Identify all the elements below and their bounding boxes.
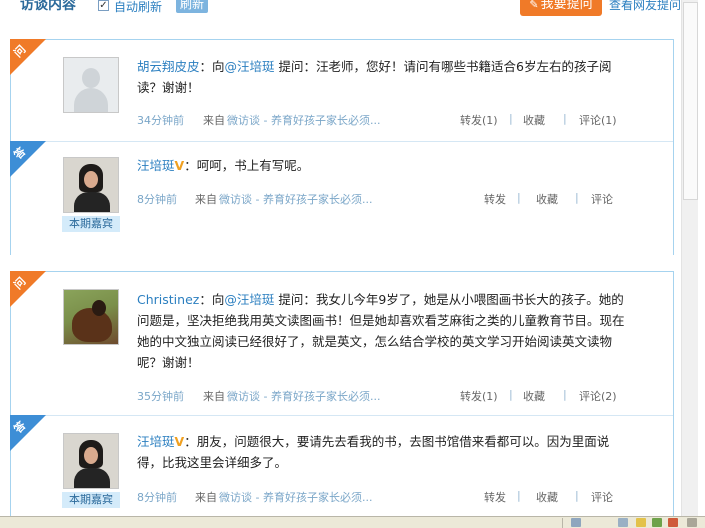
from-label: 来自 xyxy=(203,114,225,127)
avatar-face xyxy=(84,447,98,464)
resize-grip-icon[interactable] xyxy=(687,518,697,527)
source-link[interactable]: 微访谈 - 养育好孩子家长必须... xyxy=(219,489,372,505)
popup-icon xyxy=(636,518,646,527)
avatar[interactable] xyxy=(63,289,119,345)
avatar-placeholder-body xyxy=(74,88,108,112)
qa-card: 问 胡云翔皮皮：向@汪培珽 提问：汪老师，您好！请问有哪些书籍适合6岁左右的孩子… xyxy=(10,39,674,255)
author-link[interactable]: 汪培珽 xyxy=(137,158,175,173)
separator: | xyxy=(509,112,513,125)
post-time[interactable]: 34分钟前 xyxy=(137,112,184,128)
from-label: 来自 xyxy=(203,390,225,403)
zoom-icon xyxy=(668,518,678,527)
source-link[interactable]: 微访谈 - 养育好孩子家长必须... xyxy=(227,388,380,404)
separator: | xyxy=(509,388,513,401)
ask-prefix: ：向 xyxy=(199,292,225,307)
ask-question-label: 我要提问 xyxy=(540,0,593,12)
view-questions-link[interactable]: 查看网友提问 xyxy=(609,0,681,13)
separator: | xyxy=(575,489,579,502)
answer-row: 答 本期嘉宾 汪培珽V：呵呵，书上有写呢。 8分钟前 来自 微访谈 - 养育好孩… xyxy=(10,141,673,255)
qa-card: 问 Christinez：向@汪培珽 提问：我女儿今年9岁了，她是从小喂图画书长… xyxy=(10,271,674,521)
question-meta: 34分钟前 来自 微访谈 - 养育好孩子家长必须... 转发(1) | 收藏 |… xyxy=(137,112,625,128)
author-link[interactable]: 汪培珽 xyxy=(137,434,175,449)
verified-icon: V xyxy=(174,434,185,449)
avatar-coat xyxy=(74,468,110,488)
ask-prefix: ：向 xyxy=(199,59,225,74)
forward-link[interactable]: 转发(1) xyxy=(460,112,498,128)
question-row: 问 Christinez：向@汪培珽 提问：我女儿今年9岁了，她是从小喂图画书长… xyxy=(10,271,673,415)
author-link[interactable]: Christinez xyxy=(137,292,199,307)
guest-avatar[interactable] xyxy=(63,157,119,213)
auto-refresh-label[interactable]: 自动刷新 xyxy=(114,0,162,15)
source-link[interactable]: 微访谈 - 养育好孩子家长必须... xyxy=(219,191,372,207)
answer-text: 汪培珽V：呵呵，书上有写呢。 xyxy=(137,155,625,176)
separator: | xyxy=(517,489,521,502)
pencil-icon: ✎ xyxy=(529,0,539,11)
source-link[interactable]: 微访谈 - 养育好孩子家长必须... xyxy=(227,112,380,128)
answer-body: ：呵呵，书上有写呢。 xyxy=(184,158,310,173)
answer-text: 汪培珽V：朋友，问题很大，要请先去看我的书，去图书馆借来看都可以。因为里面说得，… xyxy=(137,431,625,473)
scrollbar-thumb[interactable] xyxy=(683,2,698,200)
guest-badge: 本期嘉宾 xyxy=(62,216,120,232)
avatar-face xyxy=(84,171,98,188)
avatar-dog xyxy=(72,308,112,342)
vertical-scrollbar[interactable] xyxy=(681,0,698,516)
question-text: 胡云翔皮皮：向@汪培珽 提问：汪老师，您好！请问有哪些书籍适合6岁左右的孩子阅读… xyxy=(137,56,625,98)
answer-row: 答 本期嘉宾 汪培珽V：朋友，问题很大，要请先去看我的书，去图书馆借来看都可以。… xyxy=(10,415,673,521)
forward-link[interactable]: 转发 xyxy=(484,191,506,207)
answer-meta: 8分钟前 来自 微访谈 - 养育好孩子家长必须... 转发 | 收藏 | 评论 xyxy=(137,191,625,207)
from-label: 来自 xyxy=(195,491,217,504)
from-label: 来自 xyxy=(195,193,217,206)
refresh-button[interactable]: 刷新 xyxy=(176,0,209,13)
separator: | xyxy=(575,191,579,204)
answer-meta: 8分钟前 来自 微访谈 - 养育好孩子家长必须... 转发 | 收藏 | 评论 xyxy=(137,489,625,505)
question-meta: 35分钟前 来自 微访谈 - 养育好孩子家长必须... 转发(1) | 收藏 |… xyxy=(137,388,625,404)
separator: | xyxy=(517,191,521,204)
mention-link[interactable]: @汪培珽 xyxy=(224,292,274,307)
page: 访谈内容 ✓ 自动刷新 刷新 ✎ 我要提问 查看网友提问 问 胡云翔皮皮：向@汪培… xyxy=(0,0,705,528)
question-text: Christinez：向@汪培珽 提问：我女儿今年9岁了，她是从小喂图画书长大的… xyxy=(137,289,625,373)
comment-link[interactable]: 评论(1) xyxy=(579,112,617,128)
comment-link[interactable]: 评论 xyxy=(591,489,613,505)
separator: | xyxy=(563,388,567,401)
auto-refresh-checkbox[interactable]: ✓ xyxy=(98,0,109,11)
guest-badge: 本期嘉宾 xyxy=(62,492,120,508)
forward-link[interactable]: 转发 xyxy=(484,489,506,505)
answer-body: ：朋友，问题很大，要请先去看我的书，去图书馆借来看都可以。因为里面说得，比我这里… xyxy=(137,434,610,470)
ask-question-button[interactable]: ✎ 我要提问 xyxy=(520,0,602,16)
favorite-link[interactable]: 收藏 xyxy=(536,191,558,207)
network-icon xyxy=(571,518,581,527)
section-title: 访谈内容 xyxy=(20,0,76,13)
avatar-coat xyxy=(74,192,110,212)
security-icon xyxy=(618,518,628,527)
verified-icon: V xyxy=(174,158,185,173)
avatar-placeholder-head xyxy=(82,68,100,88)
interview-header: 访谈内容 ✓ 自动刷新 刷新 ✎ 我要提问 查看网友提问 xyxy=(0,0,705,16)
favorite-link[interactable]: 收藏 xyxy=(536,489,558,505)
avatar[interactable] xyxy=(63,57,119,113)
author-link[interactable]: 胡云翔皮皮 xyxy=(137,59,200,74)
avatar-child xyxy=(92,300,106,316)
status-divider xyxy=(562,518,563,528)
forward-link[interactable]: 转发(1) xyxy=(460,388,498,404)
post-time[interactable]: 8分钟前 xyxy=(137,191,177,207)
mention-link[interactable]: @汪培珽 xyxy=(225,59,275,74)
question-row: 问 胡云翔皮皮：向@汪培珽 提问：汪老师，您好！请问有哪些书籍适合6岁左右的孩子… xyxy=(10,39,673,141)
addon-icon xyxy=(652,518,662,527)
browser-status-bar xyxy=(0,516,705,528)
separator: | xyxy=(563,112,567,125)
favorite-link[interactable]: 收藏 xyxy=(523,388,545,404)
post-time[interactable]: 35分钟前 xyxy=(137,388,184,404)
favorite-link[interactable]: 收藏 xyxy=(523,112,545,128)
comment-link[interactable]: 评论 xyxy=(591,191,613,207)
comment-link[interactable]: 评论(2) xyxy=(579,388,617,404)
post-time[interactable]: 8分钟前 xyxy=(137,489,177,505)
guest-avatar[interactable] xyxy=(63,433,119,489)
